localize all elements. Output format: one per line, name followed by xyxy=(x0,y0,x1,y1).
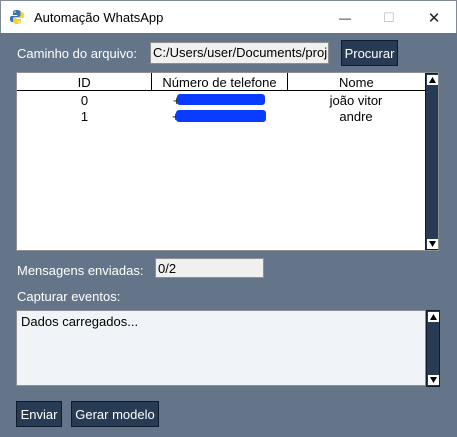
cell-phone: + xyxy=(152,92,287,108)
messages-sent-field: 0/2 xyxy=(155,258,264,278)
table-row[interactable]: 1 + andre xyxy=(17,108,425,124)
minimize-icon: — xyxy=(339,10,351,25)
log-scrollbar[interactable] xyxy=(426,310,440,387)
contacts-table: ID Número de telefone Nome 0 + joão vito… xyxy=(16,72,439,251)
messages-sent-label: Mensagens enviadas: xyxy=(17,263,144,278)
browse-button[interactable]: Procurar xyxy=(341,40,398,66)
scroll-up-arrow-icon[interactable] xyxy=(427,75,438,85)
python-logo-icon xyxy=(10,10,24,24)
column-header-phone[interactable]: Número de telefone xyxy=(152,73,288,91)
maximize-button[interactable]: ☐ xyxy=(367,1,411,34)
column-header-id[interactable]: ID xyxy=(17,73,153,91)
maximize-icon: ☐ xyxy=(383,9,395,25)
file-path-label: Caminho do arquivo: xyxy=(17,46,137,61)
cell-name: andre xyxy=(339,108,373,124)
generate-model-button[interactable]: Gerar modelo xyxy=(71,401,159,427)
redaction-mark xyxy=(176,110,266,122)
column-header-name[interactable]: Nome xyxy=(288,73,425,91)
table-header: ID Número de telefone Nome xyxy=(17,73,425,91)
window-title: Automação WhatsApp xyxy=(34,10,164,25)
events-label: Capturar eventos: xyxy=(17,289,121,304)
send-button[interactable]: Enviar xyxy=(16,401,62,427)
table-row[interactable]: 0 + joão vitor xyxy=(17,92,425,108)
redaction-mark xyxy=(177,94,265,105)
close-button[interactable]: ✕ xyxy=(412,1,456,34)
file-path-input[interactable]: C:/Users/user/Documents/proj xyxy=(150,42,329,64)
title-bar: Automação WhatsApp — ☐ ✕ xyxy=(0,0,457,33)
events-log[interactable]: Dados carregados... xyxy=(16,310,426,386)
cell-id: 0 xyxy=(80,92,89,108)
table-body: 0 + joão vitor 1 + andre xyxy=(17,92,425,124)
minimize-button[interactable]: — xyxy=(323,1,367,34)
cell-name: joão vitor xyxy=(329,92,383,108)
close-icon: ✕ xyxy=(427,9,441,27)
scroll-down-arrow-icon[interactable] xyxy=(428,375,439,385)
cell-phone: + xyxy=(152,108,287,124)
scroll-up-arrow-icon[interactable] xyxy=(428,312,439,322)
cell-id: 1 xyxy=(80,108,89,124)
client-area: Caminho do arquivo: C:/Users/user/Docume… xyxy=(0,33,457,437)
scroll-down-arrow-icon[interactable] xyxy=(427,239,438,249)
table-scrollbar[interactable] xyxy=(425,73,438,250)
